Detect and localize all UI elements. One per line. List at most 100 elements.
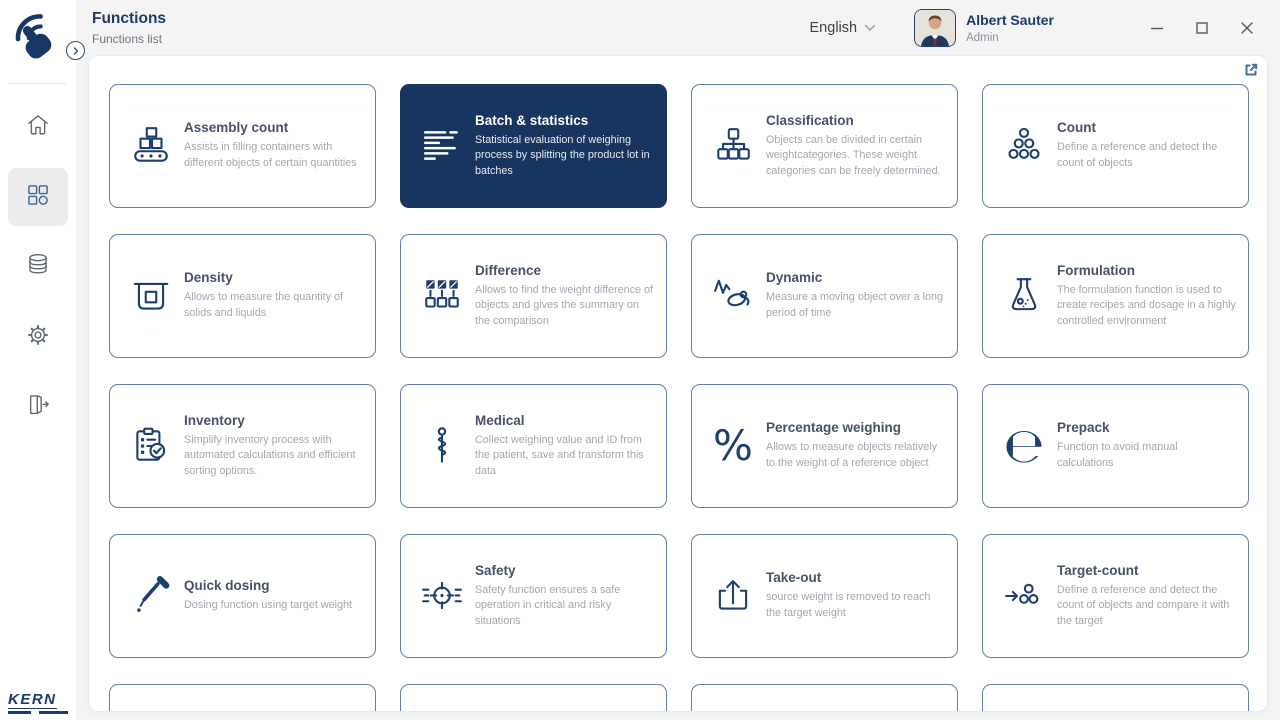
avatar — [914, 8, 957, 47]
flask-icon — [999, 275, 1049, 317]
home-icon — [24, 111, 52, 144]
apps-grid-icon — [24, 181, 52, 214]
user-info: Albert Sauter Admin — [966, 11, 1054, 43]
function-card-partial[interactable] — [400, 684, 667, 711]
language-selector[interactable]: English — [810, 20, 877, 36]
close-button[interactable] — [1240, 21, 1254, 35]
card-description: The formulation function is used to crea… — [1057, 283, 1236, 327]
card-title: Take-out — [766, 570, 822, 586]
database-icon — [24, 251, 52, 284]
card-description: Allows to measure the quantity of solids… — [184, 291, 344, 319]
card-description: Dosing function using target weight — [184, 599, 353, 612]
difference-columns-icon — [417, 275, 467, 317]
hierarchy-icon — [708, 125, 758, 167]
sidebar-expand-button[interactable] — [66, 41, 85, 60]
card-title: Count — [1057, 120, 1096, 136]
function-card-percentage-weighing[interactable]: % Percentage weighing Allows to measure … — [691, 384, 958, 508]
sidebar-item-functions[interactable] — [8, 168, 68, 226]
card-description: Safety function ensures a safe operation… — [475, 583, 621, 627]
card-description: Measure a moving object over a long peri… — [766, 291, 944, 319]
pipette-icon — [126, 575, 176, 617]
user-profile[interactable]: Albert Sauter Admin — [914, 8, 1054, 47]
function-card-density[interactable]: Density Allows to measure the quantity o… — [109, 234, 376, 358]
function-card-target-count[interactable]: Target-count Define a reference and dete… — [982, 534, 1249, 658]
chevron-right-icon — [72, 42, 80, 60]
function-card-dynamic[interactable]: Dynamic Measure a moving object over a l… — [691, 234, 958, 358]
chevron-down-icon — [864, 20, 876, 36]
sidebar: KERN — [0, 0, 76, 720]
sidebar-item-settings[interactable] — [8, 308, 68, 366]
kern-brand-logo: KERN — [8, 692, 68, 714]
function-card-classification[interactable]: Classification Objects can be divided in… — [691, 84, 958, 208]
app-logo-touch-icon — [8, 9, 66, 71]
function-card-partial[interactable] — [691, 684, 958, 711]
card-title: Classification — [766, 112, 854, 128]
function-card-quick-dosing[interactable]: Quick dosing Dosing function using targe… — [109, 534, 376, 658]
card-title: Prepack — [1057, 420, 1110, 436]
function-card-partial[interactable] — [109, 684, 376, 711]
function-card-prepack[interactable]: ℮ Prepack Function to avoid manual calcu… — [982, 384, 1249, 508]
card-description: source weight is removed to reach the ta… — [766, 591, 931, 619]
kern-logo-underline — [8, 711, 68, 714]
function-card-formulation[interactable]: Formulation The formulation function is … — [982, 234, 1249, 358]
expand-panel-icon[interactable] — [1243, 62, 1261, 80]
density-container-icon — [126, 275, 176, 317]
card-title: Formulation — [1057, 262, 1135, 278]
function-card-count[interactable]: Count Define a reference and detect the … — [982, 84, 1249, 208]
user-role: Admin — [966, 31, 999, 44]
function-card-difference[interactable]: Difference Allows to find the weight dif… — [400, 234, 667, 358]
card-description: Allows to find the weight difference of … — [475, 283, 654, 327]
card-title: Assembly count — [184, 120, 289, 136]
moving-mouse-icon — [708, 275, 758, 317]
estimated-sign-icon: ℮ — [1003, 418, 1045, 474]
card-title: Quick dosing — [184, 578, 270, 594]
card-description: Assists in filling containers with diffe… — [184, 141, 357, 169]
language-selected-label: English — [809, 19, 858, 36]
card-title: Medical — [475, 412, 525, 428]
card-title: Batch & statistics — [475, 112, 589, 128]
maximize-button[interactable] — [1195, 21, 1209, 35]
user-name: Albert Sauter — [966, 12, 1054, 29]
statistics-lines-icon — [417, 125, 467, 167]
sidebar-divider — [8, 83, 66, 84]
function-card-inventory[interactable]: Inventory Simplify inventory process wit… — [109, 384, 376, 508]
minimize-button[interactable] — [1150, 21, 1164, 35]
sidebar-item-home[interactable] — [8, 98, 68, 156]
conveyor-boxes-icon — [126, 125, 176, 167]
card-description: Define a reference and detect the count … — [1057, 141, 1218, 169]
function-card-partial[interactable] — [982, 684, 1249, 711]
card-description: Collect weighing value and ID from the p… — [475, 433, 644, 477]
card-description: Simplify inventory process with automate… — [184, 433, 356, 477]
gear-icon — [24, 321, 52, 354]
circles-pyramid-icon — [999, 125, 1049, 167]
card-title: Dynamic — [766, 270, 823, 286]
title-block: Functions Functions list — [92, 9, 166, 45]
arrow-circles-icon — [999, 575, 1049, 617]
card-title: Safety — [475, 562, 516, 578]
card-description: Function to avoid manual calculations — [1057, 441, 1178, 469]
card-title: Difference — [475, 262, 542, 278]
card-title: Density — [184, 270, 233, 286]
function-card-assembly-count[interactable]: Assembly count Assists in filling contai… — [109, 84, 376, 208]
functions-panel: Assembly count Assists in filling contai… — [88, 55, 1268, 712]
sidebar-nav — [0, 98, 76, 436]
function-card-safety[interactable]: Safety Safety function ensures a safe op… — [400, 534, 667, 658]
sidebar-item-database[interactable] — [8, 238, 68, 296]
crosshair-icon — [417, 575, 467, 617]
logout-icon — [24, 391, 52, 424]
kern-brand-text: KERN — [8, 691, 57, 709]
page-title: Functions — [92, 10, 167, 28]
card-title: Target-count — [1057, 562, 1139, 578]
sidebar-item-logout[interactable] — [8, 378, 68, 436]
card-description: Objects can be divided in certain weight… — [766, 133, 941, 177]
percent-icon: % — [713, 421, 753, 470]
clipboard-check-icon — [126, 425, 176, 467]
header: Functions Functions list English Albert … — [76, 0, 1280, 55]
card-description: Statistical evaluation of weighing proce… — [475, 133, 650, 177]
function-card-medical[interactable]: Medical Collect weighing value and ID fr… — [400, 384, 667, 508]
functions-grid: Assembly count Assists in filling contai… — [89, 56, 1267, 711]
card-description: Allows to measure objects relatively to … — [766, 441, 938, 469]
function-card-batch-statistics[interactable]: Batch & statistics Statistical evaluatio… — [400, 84, 667, 208]
function-card-take-out[interactable]: Take-out source weight is removed to rea… — [691, 534, 958, 658]
box-arrow-up-icon — [708, 575, 758, 617]
